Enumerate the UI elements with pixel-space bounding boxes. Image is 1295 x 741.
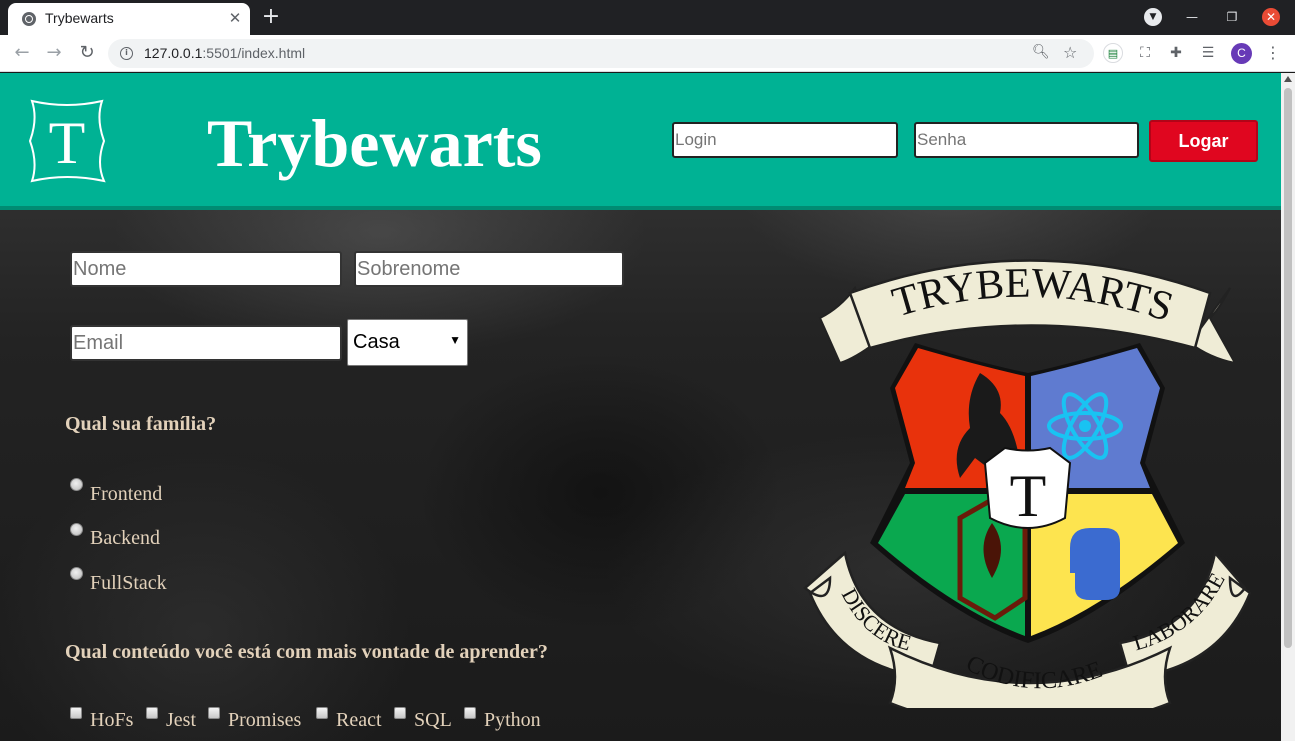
minimize-icon[interactable]: — xyxy=(1183,8,1201,26)
tab-title: Trybewarts xyxy=(45,10,114,26)
address-bar[interactable]: i 127.0.0.1:5501/index.html 🔍︎ ☆ xyxy=(108,39,1094,68)
conteudo-question: Qual conteúdo você está com mais vontade… xyxy=(65,641,548,663)
senha-input[interactable] xyxy=(914,122,1139,158)
close-tab-icon[interactable]: ✕ xyxy=(226,9,244,27)
globe-icon xyxy=(22,12,36,26)
bookmark-star-icon[interactable]: ☆ xyxy=(1063,43,1081,62)
checkbox-label-react[interactable]: React xyxy=(336,709,382,732)
browser-tab[interactable]: Trybewarts ✕ xyxy=(8,3,250,35)
sobrenome-input[interactable] xyxy=(354,251,624,287)
checkbox-hofs[interactable] xyxy=(70,707,82,719)
menu-kebab-icon[interactable]: ⋮ xyxy=(1264,43,1282,63)
browser-tabbar: Trybewarts ✕ + ▼ — ❐ ✕ xyxy=(0,0,1295,35)
email-input[interactable] xyxy=(70,325,342,361)
casa-select[interactable]: Casa ▼ xyxy=(347,319,468,366)
url-text: 127.0.0.1:5501/index.html xyxy=(144,45,305,61)
back-icon[interactable]: ← xyxy=(12,43,32,63)
crest-center-letter: T xyxy=(1010,463,1047,529)
trybewarts-logo: T xyxy=(28,99,106,183)
site-header: T Trybewarts Logar xyxy=(0,73,1281,210)
checkbox-jest[interactable] xyxy=(146,707,158,719)
new-tab-button[interactable]: + xyxy=(261,6,281,28)
chevron-down-icon: ▼ xyxy=(449,333,461,347)
checkbox-label-jest[interactable]: Jest xyxy=(166,709,196,732)
info-icon[interactable]: i xyxy=(120,47,133,60)
checkbox-python[interactable] xyxy=(464,707,476,719)
url-host: 127.0.0.1 xyxy=(144,45,203,61)
radio-backend[interactable] xyxy=(70,523,83,536)
radio-label-backend[interactable]: Backend xyxy=(90,527,160,550)
familia-question: Qual sua família? xyxy=(65,413,217,435)
casa-selected-value: Casa xyxy=(353,331,400,353)
checkbox-sql[interactable] xyxy=(394,707,406,719)
radio-frontend[interactable] xyxy=(70,478,83,491)
close-window-icon[interactable]: ✕ xyxy=(1262,8,1280,26)
scroll-thumb[interactable] xyxy=(1284,88,1292,648)
sheets-extension-icon[interactable]: ▤ xyxy=(1103,43,1123,63)
checkbox-label-hofs[interactable]: HoFs xyxy=(90,709,133,732)
reload-icon[interactable]: ↻ xyxy=(77,43,97,63)
extensions-puzzle-icon[interactable]: ✚ xyxy=(1166,43,1186,63)
nome-input[interactable] xyxy=(70,251,342,287)
checkbox-promises[interactable] xyxy=(208,707,220,719)
zoom-icon[interactable]: 🔍︎ xyxy=(1032,44,1050,62)
maximize-icon[interactable]: ❐ xyxy=(1223,8,1241,26)
login-input[interactable] xyxy=(672,122,898,158)
checkbox-label-sql[interactable]: SQL xyxy=(414,709,452,732)
url-path: :5501/index.html xyxy=(202,45,306,61)
radio-label-fullstack[interactable]: FullStack xyxy=(90,572,167,595)
site-title: Trybewarts xyxy=(207,105,542,181)
profile-avatar[interactable]: C xyxy=(1231,43,1252,64)
browser-toolbar: ← → ↻ i 127.0.0.1:5501/index.html 🔍︎ ☆ ▤… xyxy=(0,35,1295,72)
screenshot-extension-icon[interactable]: ⛶ xyxy=(1135,43,1155,63)
forward-icon[interactable]: → xyxy=(44,43,64,63)
radio-fullstack[interactable] xyxy=(70,567,83,580)
checkbox-react[interactable] xyxy=(316,707,328,719)
checkbox-label-promises[interactable]: Promises xyxy=(228,709,301,732)
trybewarts-crest: TRYBEWARTS T DISCERE CODIFICARE LABORARE xyxy=(803,259,1252,708)
page-scrollbar[interactable] xyxy=(1281,73,1295,741)
checkbox-label-python[interactable]: Python xyxy=(484,709,541,732)
scroll-up-arrow-icon[interactable] xyxy=(1284,76,1292,82)
tab-search-icon[interactable]: ▼ xyxy=(1144,8,1162,26)
logo-letter: T xyxy=(49,110,86,176)
media-control-icon[interactable]: ☰ xyxy=(1198,43,1218,63)
radio-label-frontend[interactable]: Frontend xyxy=(90,483,162,506)
logar-button[interactable]: Logar xyxy=(1149,120,1258,162)
page-viewport: T Trybewarts Logar Casa ▼ Qual sua famíl… xyxy=(0,73,1281,741)
